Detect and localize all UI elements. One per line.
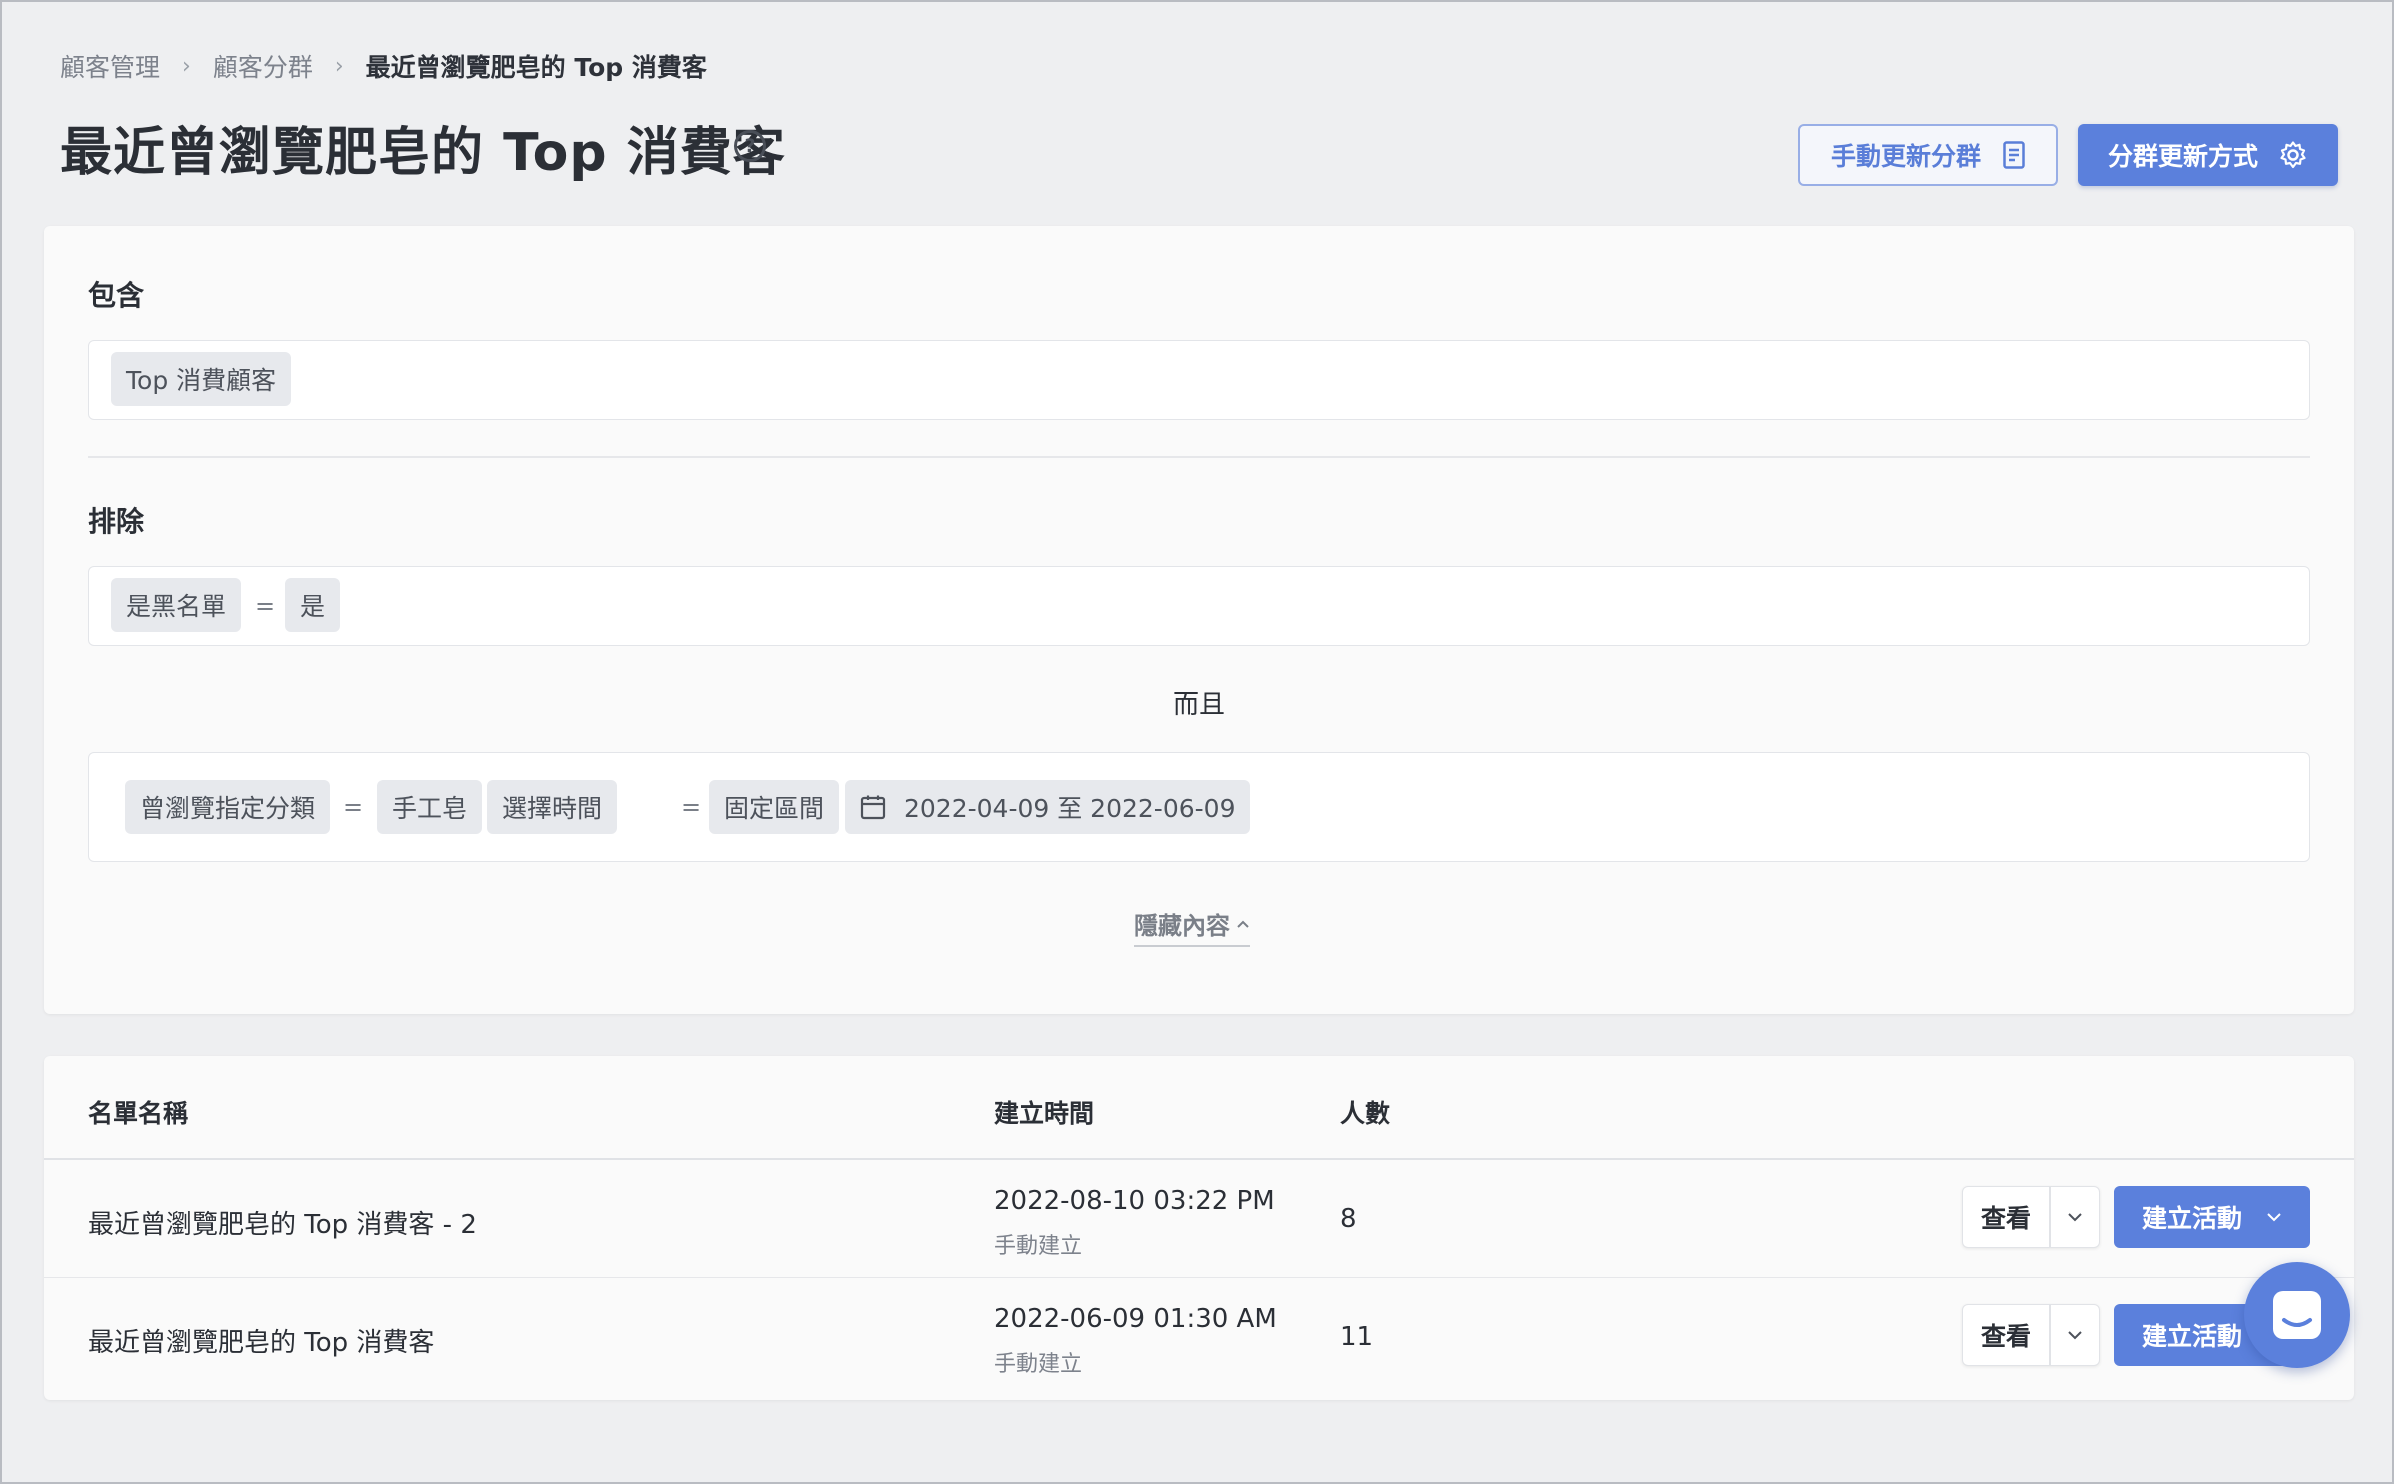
row-created-source: 手動建立 xyxy=(994,1234,1083,1259)
view-button[interactable]: 查看 xyxy=(1963,1317,2049,1353)
chevron-down-icon xyxy=(2267,1213,2281,1222)
view-split-button[interactable]: 查看 xyxy=(1962,1304,2100,1366)
rule-field-tag: 曾瀏覽指定分類 xyxy=(125,780,331,834)
include-label: 包含 xyxy=(88,279,145,312)
manual-update-label: 手動更新分群 xyxy=(1830,142,1981,171)
rule-value-tag: 是 xyxy=(285,578,341,632)
gear-icon xyxy=(2280,141,2306,169)
chat-icon xyxy=(2273,1291,2321,1339)
row-count: 8 xyxy=(1340,1204,1357,1234)
row-created-time: 2022-06-09 01:30 AM xyxy=(994,1304,1277,1334)
breadcrumb-item-current: 最近曾瀏覽肥皂的 Top 消費客 xyxy=(365,53,707,82)
segment-update-method-button[interactable]: 分群更新方式 xyxy=(2078,124,2338,186)
exclude-rule-box-1: 是黑名單 = 是 xyxy=(88,566,2310,646)
hide-content-label: 隱藏內容 xyxy=(1134,912,1230,940)
chat-launcher-button[interactable] xyxy=(2244,1262,2350,1368)
date-range-text: 2022-04-09 至 2022-06-09 xyxy=(904,794,1236,823)
chevron-up-icon xyxy=(1237,920,1249,928)
column-header-created: 建立時間 xyxy=(994,1099,1095,1128)
breadcrumb: 顧客管理 › 顧客分群 › 最近曾瀏覽肥皂的 Top 消費客 xyxy=(60,48,707,84)
include-tag: Top 消費顧客 xyxy=(111,352,292,406)
app-frame: 顧客管理 › 顧客分群 › 最近曾瀏覽肥皂的 Top 消費客 最近曾瀏覽肥皂的 … xyxy=(0,0,2394,1484)
create-campaign-label: 建立活動 xyxy=(2141,1204,2242,1233)
chevron-right-icon: › xyxy=(182,53,191,79)
row-name: 最近曾瀏覽肥皂的 Top 消費客 xyxy=(88,1328,435,1358)
segment-conditions-card: 包含 Top 消費顧客 排除 是黑名單 = 是 而且 曾瀏覽指定分類 = 手工皂… xyxy=(44,226,2354,1014)
table-row: 最近曾瀏覽肥皂的 Top 消費客 2022-06-09 01:30 AM 手動建… xyxy=(44,1278,2354,1396)
manual-update-segment-button[interactable]: 手動更新分群 xyxy=(1798,124,2058,186)
column-header-name: 名單名稱 xyxy=(88,1099,189,1128)
view-dropdown-toggle[interactable] xyxy=(2051,1212,2100,1222)
time-field-tag: 選擇時間 xyxy=(487,780,618,834)
section-divider xyxy=(88,456,2310,458)
calendar-icon xyxy=(860,795,886,820)
page-title: 最近曾瀏覽肥皂的 Top 消費客 xyxy=(60,123,786,183)
rule-operator: = xyxy=(343,793,364,821)
rule-operator: = xyxy=(255,592,276,620)
rule-field-tag: 是黑名單 xyxy=(111,578,242,632)
time-operator: = xyxy=(681,793,702,821)
chevron-right-icon: › xyxy=(334,53,344,79)
exclude-rule-box-2: 曾瀏覽指定分類 = 手工皂 選擇時間 = 固定區間 2022-04-09 至 2… xyxy=(88,752,2310,862)
view-split-button[interactable]: 查看 xyxy=(1962,1186,2100,1248)
segment-list-table: 名單名稱 建立時間 人數 最近曾瀏覽肥皂的 Top 消費客 - 2 2022-0… xyxy=(44,1056,2354,1400)
rule-value-tag: 手工皂 xyxy=(377,780,483,834)
create-campaign-label: 建立活動 xyxy=(2141,1322,2242,1351)
time-value-tag: 固定區間 xyxy=(709,780,840,834)
table-row: 最近曾瀏覽肥皂的 Top 消費客 - 2 2022-08-10 03:22 PM… xyxy=(44,1160,2354,1278)
create-campaign-button[interactable]: 建立活動 xyxy=(2114,1186,2310,1248)
help-circle-icon[interactable]: ? xyxy=(734,130,766,162)
chevron-down-icon xyxy=(2068,1213,2082,1222)
row-count: 11 xyxy=(1340,1322,1374,1352)
row-created-time: 2022-08-10 03:22 PM xyxy=(994,1186,1275,1216)
include-condition-box: Top 消費顧客 xyxy=(88,340,2310,420)
hide-content-toggle[interactable]: 隱藏內容 xyxy=(1134,906,1250,947)
column-header-count: 人數 xyxy=(1340,1099,1391,1128)
view-dropdown-toggle[interactable] xyxy=(2051,1330,2100,1340)
breadcrumb-item-customer-management[interactable]: 顧客管理 xyxy=(60,48,160,84)
exclude-label: 排除 xyxy=(88,505,145,538)
view-button[interactable]: 查看 xyxy=(1963,1199,2049,1235)
update-method-label: 分群更新方式 xyxy=(2107,142,2258,171)
date-range-tag: 2022-04-09 至 2022-06-09 xyxy=(845,780,1251,834)
chevron-down-icon xyxy=(2068,1331,2082,1340)
row-name: 最近曾瀏覽肥皂的 Top 消費客 - 2 xyxy=(88,1210,477,1240)
row-created-source: 手動建立 xyxy=(994,1352,1083,1377)
breadcrumb-item-customer-segments[interactable]: 顧客分群 xyxy=(213,48,313,84)
and-connector: 而且 xyxy=(1172,690,1225,720)
document-icon xyxy=(2003,141,2025,169)
